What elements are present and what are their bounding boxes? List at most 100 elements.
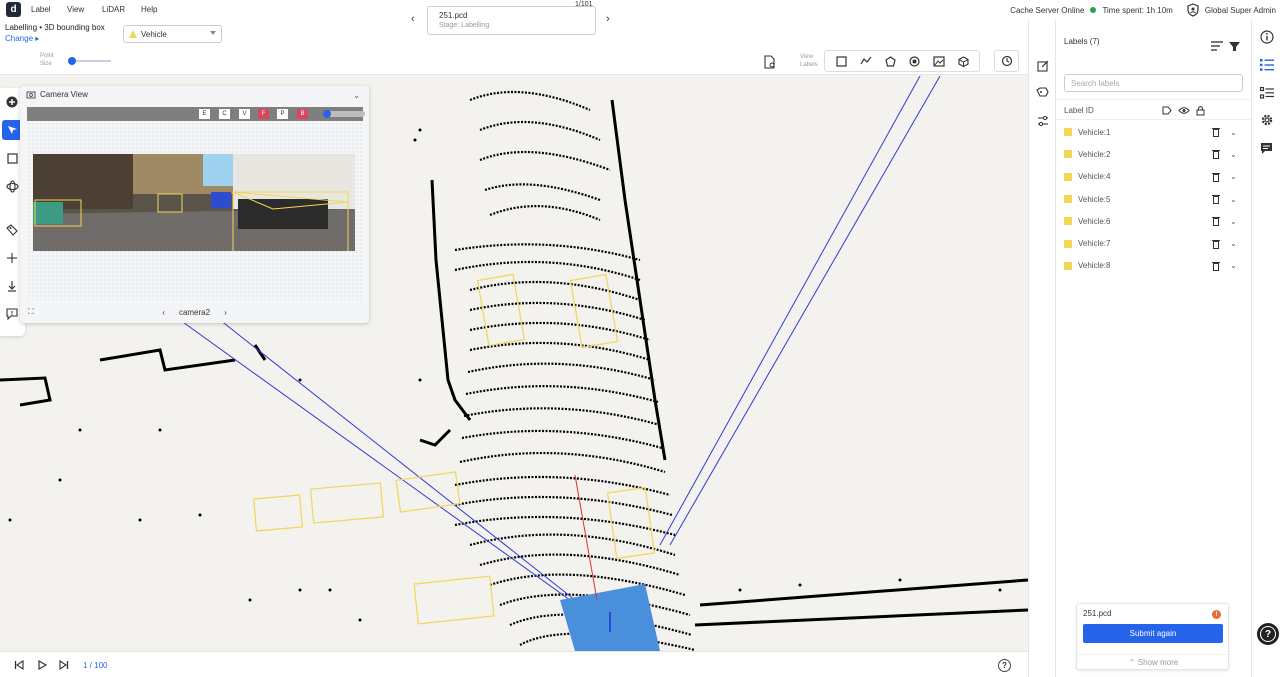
status-area: Cache Server Online Time spent: 1h 10m G… [1010,3,1276,17]
menu-view[interactable]: View [67,5,84,14]
history-button[interactable] [994,50,1019,72]
chevron-down-icon[interactable]: ⌄ [1230,261,1237,270]
cache-server-status: Cache Server Online [1010,5,1085,15]
last-frame-button[interactable] [58,659,70,671]
polyline-tool-icon[interactable] [859,56,872,66]
search-labels-input[interactable] [1064,74,1243,92]
arrow-down-icon [8,281,16,292]
submit-again-button[interactable]: Submit again [1083,624,1223,643]
toggle-e[interactable]: E [199,109,210,119]
eye-icon[interactable] [1178,106,1190,115]
view-labels-label: View Labels [800,54,818,68]
user-name[interactable]: Global Super Admin [1205,6,1276,15]
adjust-button[interactable] [1035,113,1050,128]
trash-icon[interactable] [1212,216,1220,227]
toggle-c[interactable]: C [219,109,230,119]
info-button[interactable] [1259,29,1274,44]
comments-button[interactable] [1259,141,1274,156]
toggle-f[interactable]: F [258,109,269,119]
label-color-swatch [1064,172,1072,181]
tags-icon [1036,86,1049,97]
attributes-button[interactable] [1259,85,1274,100]
lock-icon[interactable] [1196,105,1205,116]
help-icon[interactable]: ? [998,659,1011,672]
next-camera-button[interactable]: › [224,308,227,317]
submit-file-name: 251.pcd [1083,609,1112,618]
box-tool-icon[interactable] [835,55,847,67]
add-button[interactable] [2,92,22,112]
issue-button[interactable] [2,304,22,324]
label-tag-icon[interactable] [1162,106,1172,115]
trash-icon[interactable] [1212,239,1220,249]
point-tool-icon[interactable] [908,55,920,67]
chevron-down-icon[interactable]: ⌄ [353,91,360,100]
labels-list-button[interactable] [1259,57,1274,72]
top-menu-bar: d Label View LiDAR Help Cache Server Onl… [0,0,1280,20]
ground-button[interactable] [2,276,22,296]
camera-opacity-slider-handle[interactable] [323,110,331,118]
trash-icon[interactable] [1212,261,1220,271]
menu-lidar[interactable]: LiDAR [102,5,125,14]
chevron-down-icon[interactable]: ⌄ [1230,172,1237,181]
skip-back-icon [14,660,24,670]
trash-icon[interactable] [1212,149,1220,160]
label-name: Vehicle:1 [1078,127,1111,137]
label-name: Vehicle:2 [1078,149,1111,159]
polygon-tool-icon[interactable] [884,55,896,67]
app-logo[interactable]: d [6,2,21,17]
point-size-slider-handle[interactable] [68,57,76,65]
play-button[interactable] [36,659,48,671]
crosshair-button[interactable] [2,248,22,268]
camera-image[interactable] [33,154,355,251]
chevron-down-icon[interactable]: ⌄ [1230,128,1237,137]
menu-label[interactable]: Label [31,5,51,14]
chevron-down-icon[interactable]: ⌄ [1230,217,1237,226]
class-selector-value: Vehicle [141,29,167,39]
prev-file-button[interactable]: ‹ [411,13,415,25]
label-name: Vehicle:8 [1078,261,1111,271]
next-file-button[interactable]: › [606,13,610,25]
label-row[interactable]: Vehicle:7 ⌄ [1056,232,1252,254]
help-button[interactable]: ? [1257,623,1279,645]
chevron-down-icon[interactable]: ⌄ [1230,150,1237,159]
image-tool-icon[interactable] [932,55,945,67]
box-draw-button[interactable] [2,148,22,168]
labels-panel: Labels (7) Label ID Vehicle:1 ⌄ Vehicle:2… [1055,20,1252,677]
labels-button[interactable] [1035,85,1050,100]
label-row[interactable]: Vehicle:2 ⌄ [1056,143,1252,165]
toggle-p[interactable]: P [277,109,288,119]
orbit-button[interactable] [2,176,22,196]
sliders-icon [1037,115,1048,126]
filter-icon[interactable] [1229,41,1240,52]
edit-button[interactable] [1035,58,1050,73]
labels-panel-title: Labels (7) [1064,37,1100,46]
tag-icon [6,224,18,236]
chevron-down-icon[interactable]: ⌄ [1230,195,1237,204]
toggle-v[interactable]: V [239,109,250,119]
settings-button[interactable] [1259,112,1274,127]
class-selector[interactable]: Vehicle [123,25,222,43]
label-row[interactable]: Vehicle:4 ⌄ [1056,166,1252,188]
label-row[interactable]: Vehicle:1 ⌄ [1056,121,1252,143]
show-more-button[interactable]: ⌃ Show more [1077,654,1230,667]
cuboid-tool-icon[interactable] [957,55,969,67]
label-row[interactable]: Vehicle:8 ⌄ [1056,255,1252,277]
sort-icon[interactable] [1211,41,1223,51]
prev-camera-button[interactable]: ‹ [162,308,165,317]
change-task-link[interactable]: Change ▸ [5,34,39,43]
trash-icon[interactable] [1212,172,1220,182]
trash-icon[interactable] [1212,127,1220,138]
label-row[interactable]: Vehicle:5 ⌄ [1056,188,1252,210]
file-settings-icon[interactable] [762,55,776,69]
chevron-down-icon[interactable]: ⌄ [1230,239,1237,248]
tag-button[interactable] [2,220,22,240]
first-frame-button[interactable] [13,659,25,671]
frame-indicator[interactable]: 1 / 100 [83,661,107,670]
toggle-b[interactable]: B [297,109,308,119]
camera-view-header[interactable]: Camera View [26,90,88,99]
trash-icon[interactable] [1212,194,1220,205]
menu-help[interactable]: Help [141,5,157,14]
label-row[interactable]: Vehicle:6 ⌄ [1056,210,1252,232]
label-color-swatch [1064,195,1072,204]
select-tool-button[interactable] [2,120,22,140]
